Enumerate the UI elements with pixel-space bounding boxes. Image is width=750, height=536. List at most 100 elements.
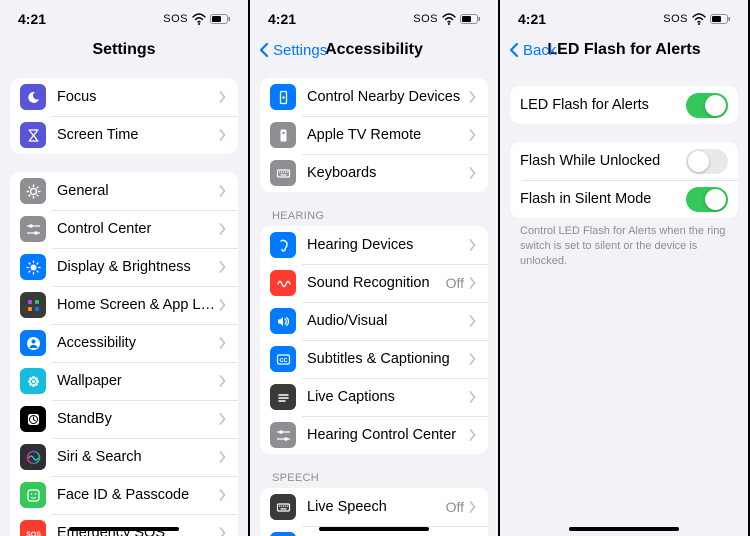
list-item[interactable]: Keyboards xyxy=(260,154,488,192)
keyboard-icon xyxy=(270,160,296,186)
list-item[interactable]: Live SpeechOff xyxy=(260,488,488,526)
chevron-right-icon xyxy=(218,185,228,197)
item-label: Display & Brightness xyxy=(57,259,218,275)
list-item[interactable]: Control Nearby Devices xyxy=(260,78,488,116)
status-time: 4:21 xyxy=(518,11,546,27)
chevron-right-icon xyxy=(218,129,228,141)
list-item[interactable]: Home Screen & App Library xyxy=(10,286,238,324)
chevron-right-icon xyxy=(468,315,478,327)
list-item[interactable]: Emergency SOS xyxy=(10,514,238,536)
home-indicator[interactable] xyxy=(319,527,429,531)
battery-icon xyxy=(710,12,730,26)
list-item[interactable]: Display & Brightness xyxy=(10,248,238,286)
wifi-icon xyxy=(192,13,206,26)
siri-icon xyxy=(20,444,46,470)
list-item[interactable]: Apple TV Remote xyxy=(260,116,488,154)
chevron-right-icon xyxy=(468,129,478,141)
back-button[interactable]: Back xyxy=(506,42,556,59)
list-item[interactable]: LED Flash for Alerts xyxy=(510,86,738,124)
list-item[interactable]: StandBy xyxy=(10,400,238,438)
list-item[interactable]: Live Captions xyxy=(260,378,488,416)
sos-icon xyxy=(20,520,46,536)
page-title: Settings xyxy=(92,41,155,59)
item-label: Focus xyxy=(57,89,218,105)
list-item[interactable]: Wallpaper xyxy=(10,362,238,400)
chevron-right-icon xyxy=(218,299,228,311)
list-item[interactable]: Flash While Unlocked xyxy=(510,142,738,180)
list-item[interactable]: Screen Time xyxy=(10,116,238,154)
back-label: Back xyxy=(523,42,556,59)
item-label: Keyboards xyxy=(307,165,468,181)
livecaptions-icon xyxy=(270,384,296,410)
chevron-right-icon xyxy=(218,223,228,235)
list-item[interactable]: Audio/Visual xyxy=(260,302,488,340)
list-item[interactable]: Control Center xyxy=(10,210,238,248)
settings-pane: 4:21 SOS Settings Focus Screen Time Gener… xyxy=(0,0,250,536)
subtitles-icon xyxy=(270,346,296,372)
sos-indicator: SOS xyxy=(413,13,438,25)
section-header-hearing: Hearing xyxy=(272,210,498,222)
item-label: Audio/Visual xyxy=(307,313,468,329)
nav-bar: Back LED Flash for Alerts xyxy=(500,32,748,68)
soundrec-icon xyxy=(270,270,296,296)
chevron-right-icon xyxy=(218,527,228,536)
list-item[interactable]: General xyxy=(10,172,238,210)
sos-indicator: SOS xyxy=(663,13,688,25)
chevron-right-icon xyxy=(468,167,478,179)
group-hearing: Hearing Devices Sound RecognitionOff Audio… xyxy=(260,226,488,454)
nav-bar: Settings xyxy=(0,32,248,68)
item-label: Flash While Unlocked xyxy=(520,153,686,169)
chevron-right-icon xyxy=(468,277,478,289)
list-item[interactable]: Hearing Devices xyxy=(260,226,488,264)
home-indicator[interactable] xyxy=(69,527,179,531)
homescreen-icon xyxy=(20,292,46,318)
item-label: StandBy xyxy=(57,411,218,427)
item-label: Home Screen & App Library xyxy=(57,297,218,313)
accessibility-pane: 4:21 SOS Settings Accessibility Control … xyxy=(250,0,500,536)
screentime-icon xyxy=(20,122,46,148)
item-label: Control Nearby Devices xyxy=(307,89,468,105)
nav-bar: Settings Accessibility xyxy=(250,32,498,68)
item-label: Live Captions xyxy=(307,389,468,405)
back-button[interactable]: Settings xyxy=(256,42,327,59)
chevron-right-icon xyxy=(468,429,478,441)
list-item[interactable]: Flash in Silent Mode xyxy=(510,180,738,218)
list-item[interactable]: Sound RecognitionOff xyxy=(260,264,488,302)
item-label: Hearing Devices xyxy=(307,237,468,253)
toggle-switch[interactable] xyxy=(686,187,728,212)
page-title: LED Flash for Alerts xyxy=(547,41,700,59)
settings-group-time: Focus Screen Time xyxy=(10,78,238,154)
home-indicator[interactable] xyxy=(569,527,679,531)
toggle-switch[interactable] xyxy=(686,149,728,174)
list-item[interactable]: Subtitles & Captioning xyxy=(260,340,488,378)
chevron-right-icon xyxy=(218,91,228,103)
item-detail: Off xyxy=(446,275,464,291)
status-bar: 4:21 SOS xyxy=(0,0,248,32)
toggle-switch[interactable] xyxy=(686,93,728,118)
item-label: Face ID & Passcode xyxy=(57,487,218,503)
list-item[interactable]: Face ID & Passcode xyxy=(10,476,238,514)
wifi-icon xyxy=(442,13,456,26)
chevron-right-icon xyxy=(468,391,478,403)
list-item[interactable]: Accessibility xyxy=(10,324,238,362)
standby-icon xyxy=(20,406,46,432)
item-label: Subtitles & Captioning xyxy=(307,351,468,367)
hearing-icon xyxy=(270,232,296,258)
list-item[interactable]: Focus xyxy=(10,78,238,116)
page-title: Accessibility xyxy=(325,41,423,59)
personalvoice-icon xyxy=(270,532,296,536)
item-label: Wallpaper xyxy=(57,373,218,389)
list-item[interactable]: Siri & Search xyxy=(10,438,238,476)
status-time: 4:21 xyxy=(18,11,46,27)
settings-group-general: GeneralControl Center Display & Brightnes… xyxy=(10,172,238,536)
chevron-left-icon xyxy=(506,42,522,58)
back-label: Settings xyxy=(273,42,327,59)
chevron-right-icon xyxy=(218,413,228,425)
list-item[interactable]: Hearing Control Center xyxy=(260,416,488,454)
item-label: Screen Time xyxy=(57,127,218,143)
audiovisual-icon xyxy=(270,308,296,334)
sos-indicator: SOS xyxy=(163,13,188,25)
group-touch: Control Nearby Devices Apple TV Remote Key… xyxy=(260,78,488,192)
livespeech-icon xyxy=(270,494,296,520)
display-icon xyxy=(20,254,46,280)
